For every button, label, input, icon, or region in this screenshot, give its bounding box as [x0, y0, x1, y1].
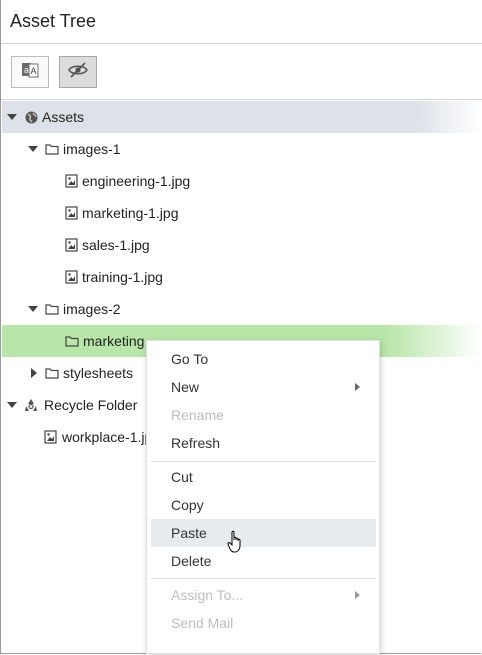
expand-arrow-icon[interactable] [28, 357, 40, 389]
menu-item-send-mail: Send Mail [151, 609, 376, 637]
menu-item-label: Send Mail [171, 615, 234, 631]
menu-item-label: Go To [171, 351, 209, 367]
tree-node-file[interactable]: sales-1.jpg [2, 229, 482, 261]
menu-item-label: Paste [171, 525, 207, 541]
image-file-icon [64, 238, 78, 252]
panel-title: Asset Tree [1, 0, 482, 44]
eye-slash-icon [67, 61, 89, 84]
context-menu: Go To New Rename Refresh Cut Copy Paste … [146, 340, 380, 654]
toggle-hidden-button[interactable] [59, 56, 97, 88]
menu-divider [151, 461, 376, 462]
menu-item-go-to[interactable]: Go To [151, 345, 376, 373]
tree-node-file[interactable]: training-1.jpg [2, 261, 482, 293]
collapse-arrow-icon[interactable] [6, 101, 18, 133]
collapse-arrow-icon[interactable] [27, 293, 39, 325]
menu-item-paste[interactable]: Paste [151, 519, 376, 547]
menu-item-rename: Rename [151, 401, 376, 429]
svg-text:a: a [24, 65, 29, 75]
menu-item-label: Assign To... [171, 587, 244, 603]
menu-divider [151, 578, 376, 579]
tree-node-file[interactable]: engineering-1.jpg [2, 165, 482, 197]
recycle-icon [24, 398, 38, 412]
tree-label: images-2 [63, 301, 121, 317]
menu-item-label: Delete [171, 553, 212, 569]
folder-icon [45, 366, 59, 380]
tree-node-file[interactable]: marketing-1.jpg [2, 197, 482, 229]
image-file-icon [64, 206, 78, 220]
collapse-arrow-icon[interactable] [27, 133, 39, 165]
menu-item-new[interactable]: New [151, 373, 376, 401]
image-file-icon [64, 270, 78, 284]
tree-node-assets[interactable]: Assets [2, 101, 482, 133]
image-file-icon [43, 430, 57, 444]
folder-icon [45, 142, 59, 156]
svg-text:A: A [30, 66, 36, 76]
toolbar: a A [1, 44, 482, 100]
submenu-arrow-icon [355, 591, 360, 599]
tree-node-images-2[interactable]: images-2 [2, 293, 482, 325]
menu-item-label: Copy [171, 497, 204, 513]
menu-item-label: Cut [171, 469, 193, 485]
menu-item-delete[interactable]: Delete [151, 547, 376, 575]
tree-label: sales-1.jpg [82, 237, 150, 253]
tree-label: marketing-1.jpg [82, 205, 179, 221]
tree-label: training-1.jpg [82, 269, 163, 285]
tree-node-images-1[interactable]: images-1 [2, 133, 482, 165]
tree-label: marketing [83, 333, 145, 349]
menu-item-copy[interactable]: Copy [151, 491, 376, 519]
tree-label: images-1 [63, 141, 121, 157]
menu-item-label: New [171, 379, 200, 395]
submenu-arrow-icon [355, 383, 360, 391]
translate-button[interactable]: a A [11, 56, 49, 88]
globe-icon [24, 110, 38, 124]
translate-icon: a A [20, 60, 40, 85]
tree-label: Assets [42, 109, 85, 125]
folder-icon [65, 334, 79, 348]
menu-item-assign-to: Assign To... [151, 581, 376, 609]
tree-label: Recycle Folder [44, 397, 138, 413]
menu-item-label: Refresh [171, 435, 221, 451]
tree-label: engineering-1.jpg [82, 173, 191, 189]
menu-item-refresh[interactable]: Refresh [151, 429, 376, 457]
menu-item-label: Rename [171, 407, 224, 423]
tree-label: stylesheets [63, 365, 134, 381]
menu-item-cut[interactable]: Cut [151, 463, 376, 491]
collapse-arrow-icon[interactable] [6, 389, 18, 421]
image-file-icon [64, 174, 78, 188]
folder-icon [45, 302, 59, 316]
hand-cursor-icon [227, 530, 245, 554]
